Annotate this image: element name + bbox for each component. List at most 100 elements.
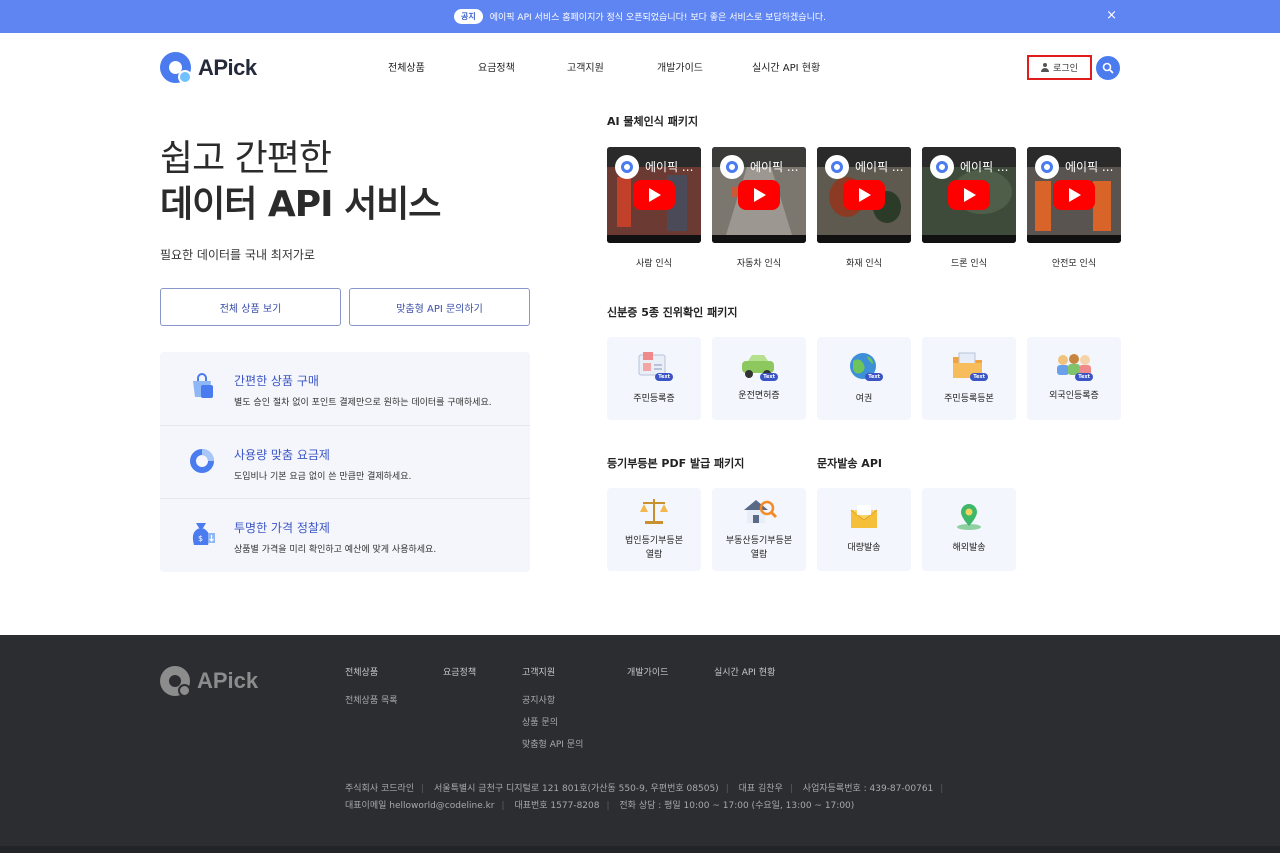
play-icon[interactable] — [948, 180, 990, 210]
hero-title-line1: 쉽고 간편한 — [160, 138, 332, 179]
footer-col-support[interactable]: 고객지원 — [522, 665, 555, 678]
logo-mark-icon — [160, 666, 191, 697]
globe-icon: Text — [845, 351, 883, 381]
registry-package-title: 등기부등본 PDF 발급 패키지 — [607, 457, 745, 470]
header: APick 전체상품 요금정책 고객지원 개발가이드 실시간 API 현황 로그… — [0, 33, 1280, 103]
login-button[interactable]: 로그인 — [1027, 55, 1092, 80]
tile-bulk-sms[interactable]: 대량발송 — [817, 488, 911, 571]
footer-link[interactable]: 맞춤형 API 문의 — [522, 737, 583, 750]
tile-passport[interactable]: Text 여권 — [817, 337, 911, 420]
video-label: 화재 인식 — [846, 259, 882, 269]
consult-hours: 전화 상담 : 평일 10:00 ~ 17:00 (수요일, 13:00 ~ 1… — [619, 801, 855, 811]
tile-label: 해외발송 — [952, 543, 986, 553]
login-label: 로그인 — [1053, 64, 1078, 74]
company-phone: 대표번호 1577-8208 — [514, 801, 600, 811]
video-label: 안전모 인식 — [1051, 259, 1097, 269]
feature-item: 사용량 맞춤 요금제 도입비나 기본 요금 없이 쓴 만큼만 결제하세요. — [160, 425, 530, 498]
map-pin-icon — [950, 502, 988, 532]
nav-item-guide[interactable]: 개발가이드 — [657, 59, 703, 74]
tile-corporate-registry[interactable]: 법인등기부등본 열람 — [607, 488, 701, 571]
ai-package-title: AI 물체인식 패키지 — [607, 115, 699, 128]
search-button[interactable] — [1096, 56, 1120, 80]
svg-text:$: $ — [198, 534, 203, 543]
play-icon[interactable] — [738, 180, 780, 210]
tile-overseas-sms[interactable]: 해외발송 — [922, 488, 1016, 571]
house-search-icon — [740, 496, 778, 526]
tile-label: 대량발송 — [847, 543, 881, 553]
company-info-line1: 주식회사 코드라인 | 서울특별시 금천구 디지털로 121 801호(가산동 5… — [345, 784, 944, 794]
video-person-recognition[interactable]: 에이픽 ... — [607, 147, 701, 243]
video-drone-recognition[interactable]: 에이픽 ... — [922, 147, 1016, 243]
video-label: 자동차 인식 — [736, 259, 782, 269]
people-icon: Text — [1055, 351, 1093, 381]
footer-col-status[interactable]: 실시간 API 현황 — [714, 665, 775, 678]
business-number: 사업자등록번호 : 439-87-00761 — [802, 784, 934, 794]
tile-label: 외국인등록증 — [1049, 391, 1099, 401]
tile-resident-card[interactable]: Text 주민등록증 — [607, 337, 701, 420]
video-title: 에이픽 ... — [750, 160, 799, 174]
text-badge: Text — [760, 373, 778, 381]
video-helmet-recognition[interactable]: 에이픽 ... — [1027, 147, 1121, 243]
channel-avatar-icon — [825, 155, 849, 179]
car-icon: Text — [740, 351, 778, 381]
tile-foreigner-card[interactable]: Text 외국인등록증 — [1027, 337, 1121, 420]
video-label: 드론 인식 — [951, 259, 987, 269]
company-info-line2: 대표이메일 helloworld@codeline.kr | 대표번호 1577-… — [345, 801, 855, 811]
tile-driver-license[interactable]: Text 운전면허증 — [712, 337, 806, 420]
feature-item: $ 투명한 가격 정찰제 상품별 가격을 미리 확인하고 예산에 맞게 사용하세… — [160, 498, 530, 571]
id-card-icon: Text — [635, 351, 673, 381]
feature-desc: 상품별 가격을 미리 확인하고 예산에 맞게 사용하세요. — [234, 545, 437, 555]
view-all-products-button[interactable]: 전체 상품 보기 — [160, 288, 341, 326]
tile-label: 운전면허증 — [738, 391, 780, 401]
feature-title: 간편한 상품 구매 — [234, 374, 319, 388]
channel-avatar-icon — [1035, 155, 1059, 179]
feature-box: 간편한 상품 구매 별도 승인 절차 없이 포인트 결제만으로 원하는 데이터를… — [160, 352, 530, 572]
notice-tag: 공지 — [454, 9, 483, 24]
tile-realestate-registry[interactable]: 부동산등기부등본 열람 — [712, 488, 806, 571]
hero-title-line2: 데이터 API 서비스 — [160, 184, 441, 225]
nav-item-pricing[interactable]: 요금정책 — [478, 59, 515, 74]
footer-col-guide[interactable]: 개발가이드 — [627, 665, 668, 678]
tile-label: 법인등기부등본 열람 — [625, 536, 683, 560]
bottom-strip — [0, 846, 1280, 853]
footer-logo[interactable]: APick — [160, 666, 259, 697]
envelope-icon — [845, 502, 883, 532]
scales-icon — [635, 496, 673, 526]
channel-avatar-icon — [615, 155, 639, 179]
tile-label: 주민등록증 — [633, 394, 675, 404]
footer-col-pricing[interactable]: 요금정책 — [443, 665, 476, 678]
channel-avatar-icon — [720, 155, 744, 179]
sms-api-title: 문자발송 API — [817, 457, 882, 470]
text-badge: Text — [865, 373, 883, 381]
custom-api-inquiry-button[interactable]: 맞춤형 API 문의하기 — [349, 288, 530, 326]
search-icon — [1102, 62, 1114, 74]
video-title: 에이픽 ... — [960, 160, 1009, 174]
footer-logo-text: APick — [197, 668, 259, 693]
play-icon[interactable] — [843, 180, 885, 210]
nav-item-support[interactable]: 고객지원 — [567, 59, 604, 74]
video-car-recognition[interactable]: 에이픽 ... — [712, 147, 806, 243]
company-ceo: 대표 김찬우 — [738, 784, 783, 794]
nav-item-api-status[interactable]: 실시간 API 현황 — [752, 59, 820, 74]
tile-label: 여권 — [855, 394, 873, 404]
footer-link[interactable]: 공지사항 — [522, 693, 555, 706]
notice-text[interactable]: 에이픽 API 서비스 홈페이지가 정식 오픈되었습니다! 보다 좋은 서비스로… — [490, 10, 826, 23]
footer-link[interactable]: 상품 문의 — [522, 715, 558, 728]
feature-title: 사용량 맞춤 요금제 — [234, 448, 330, 462]
text-badge: Text — [655, 373, 673, 381]
video-title: 에이픽 ... — [1065, 160, 1114, 174]
footer-link[interactable]: 전체상품 목록 — [345, 693, 398, 706]
video-label: 사람 인식 — [636, 259, 672, 269]
feature-item: 간편한 상품 구매 별도 승인 절차 없이 포인트 결제만으로 원하는 데이터를… — [160, 352, 530, 425]
tile-resident-registration[interactable]: Text 주민등록등본 — [922, 337, 1016, 420]
nav-item-products[interactable]: 전체상품 — [388, 59, 425, 74]
video-fire-recognition[interactable]: 에이픽 ... — [817, 147, 911, 243]
folder-icon: Text — [950, 351, 988, 381]
user-icon — [1041, 63, 1050, 72]
play-icon[interactable] — [633, 180, 675, 210]
close-icon[interactable]: × — [1106, 8, 1117, 23]
footer-col-products[interactable]: 전체상품 — [345, 665, 378, 678]
footer: APick 전체상품 전체상품 목록 요금정책 고객지원 공지사항 상품 문의 … — [0, 635, 1280, 853]
shopping-bag-icon — [193, 373, 213, 398]
play-icon[interactable] — [1053, 180, 1095, 210]
